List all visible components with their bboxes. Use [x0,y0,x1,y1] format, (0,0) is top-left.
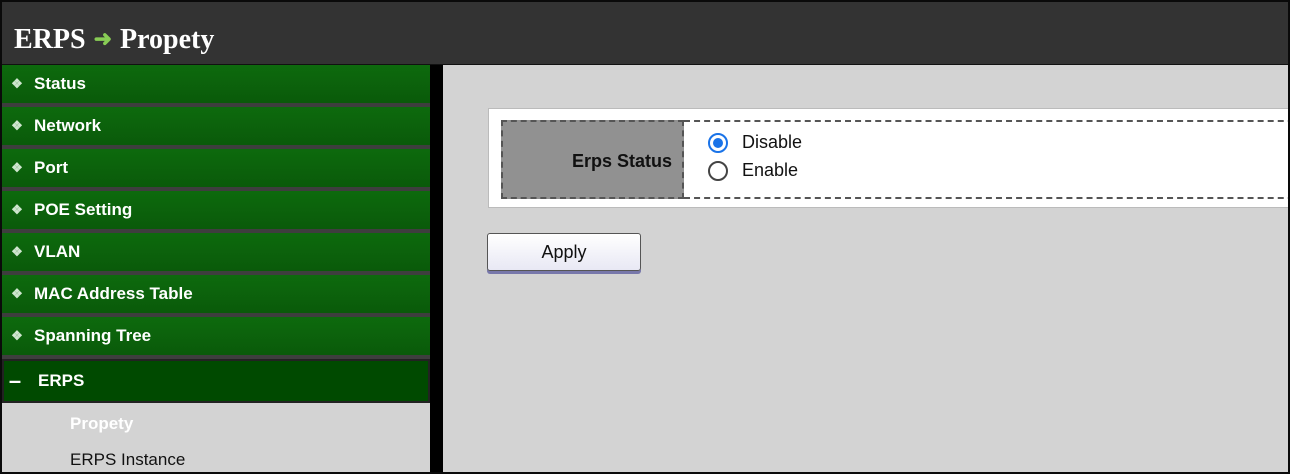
sidebar-item-label: ERPS [38,371,85,390]
title-section: ERPS [14,24,86,55]
expand-icon: ❖ [11,244,23,259]
sidebar-item-port[interactable]: ❖ Port [2,149,430,191]
sidebar: ❖ Status ❖ Network ❖ Port ❖ POE Setting … [2,65,430,472]
erps-status-value-cell: Disable Enable [684,120,1288,199]
sidebar-item-label: Spanning Tree [34,326,152,345]
main-content: Erps Status Disable Enable Apply [443,65,1288,472]
sidebar-item-label: VLAN [34,242,81,261]
erps-status-panel: Erps Status Disable Enable [488,108,1288,208]
sidebar-item-poe-setting[interactable]: ❖ POE Setting [2,191,430,233]
sidebar-item-vlan[interactable]: ❖ VLAN [2,233,430,275]
disable-radio[interactable] [708,132,728,153]
sidebar-item-mac-address-table[interactable]: ❖ MAC Address Table [2,275,430,317]
sidebar-item-label: Port [34,158,68,177]
app-frame: ERPS ➜ Propety ❖ Status ❖ Network ❖ Port ❖… [0,0,1290,474]
sidebar-item-label: Network [34,116,102,135]
enable-radio[interactable] [708,160,728,181]
expand-icon: ❖ [11,286,23,301]
enable-radio-label: Enable [742,160,799,180]
sidebar-item-status[interactable]: ❖ Status [2,65,430,107]
title-bar: ERPS ➜ Propety [2,2,1288,65]
expand-icon: ❖ [11,202,23,217]
erps-status-label-cell: Erps Status [501,120,684,199]
apply-button[interactable]: Apply [487,233,641,271]
expand-icon: ❖ [11,160,23,175]
sidebar-divider [430,65,443,472]
sidebar-item-label: Status [34,74,86,93]
sidebar-item-spanning-tree[interactable]: ❖ Spanning Tree [2,317,430,359]
title-page: Propety [120,24,215,55]
right-arrow-icon: ➜ [93,26,113,51]
sidebar-subitem-erps-instance[interactable]: ERPS Instance [70,450,185,470]
radio-option-enable[interactable]: Enable [708,160,798,181]
expand-icon: ❖ [11,76,23,91]
collapse-icon: – [8,368,22,393]
sidebar-subitem-propety[interactable]: Propety [70,414,133,434]
sidebar-item-network[interactable]: ❖ Network [2,107,430,149]
expand-icon: ❖ [11,118,23,133]
sidebar-item-label: POE Setting [34,200,133,219]
sidebar-item-label: MAC Address Table [34,284,193,303]
disable-radio-label: Disable [742,132,803,152]
erps-status-label: Erps Status [571,151,672,171]
sidebar-item-erps[interactable]: – ERPS [2,359,430,403]
expand-icon: ❖ [11,328,23,343]
page-title: ERPS ➜ Propety [14,24,214,57]
radio-option-disable[interactable]: Disable [708,132,802,153]
